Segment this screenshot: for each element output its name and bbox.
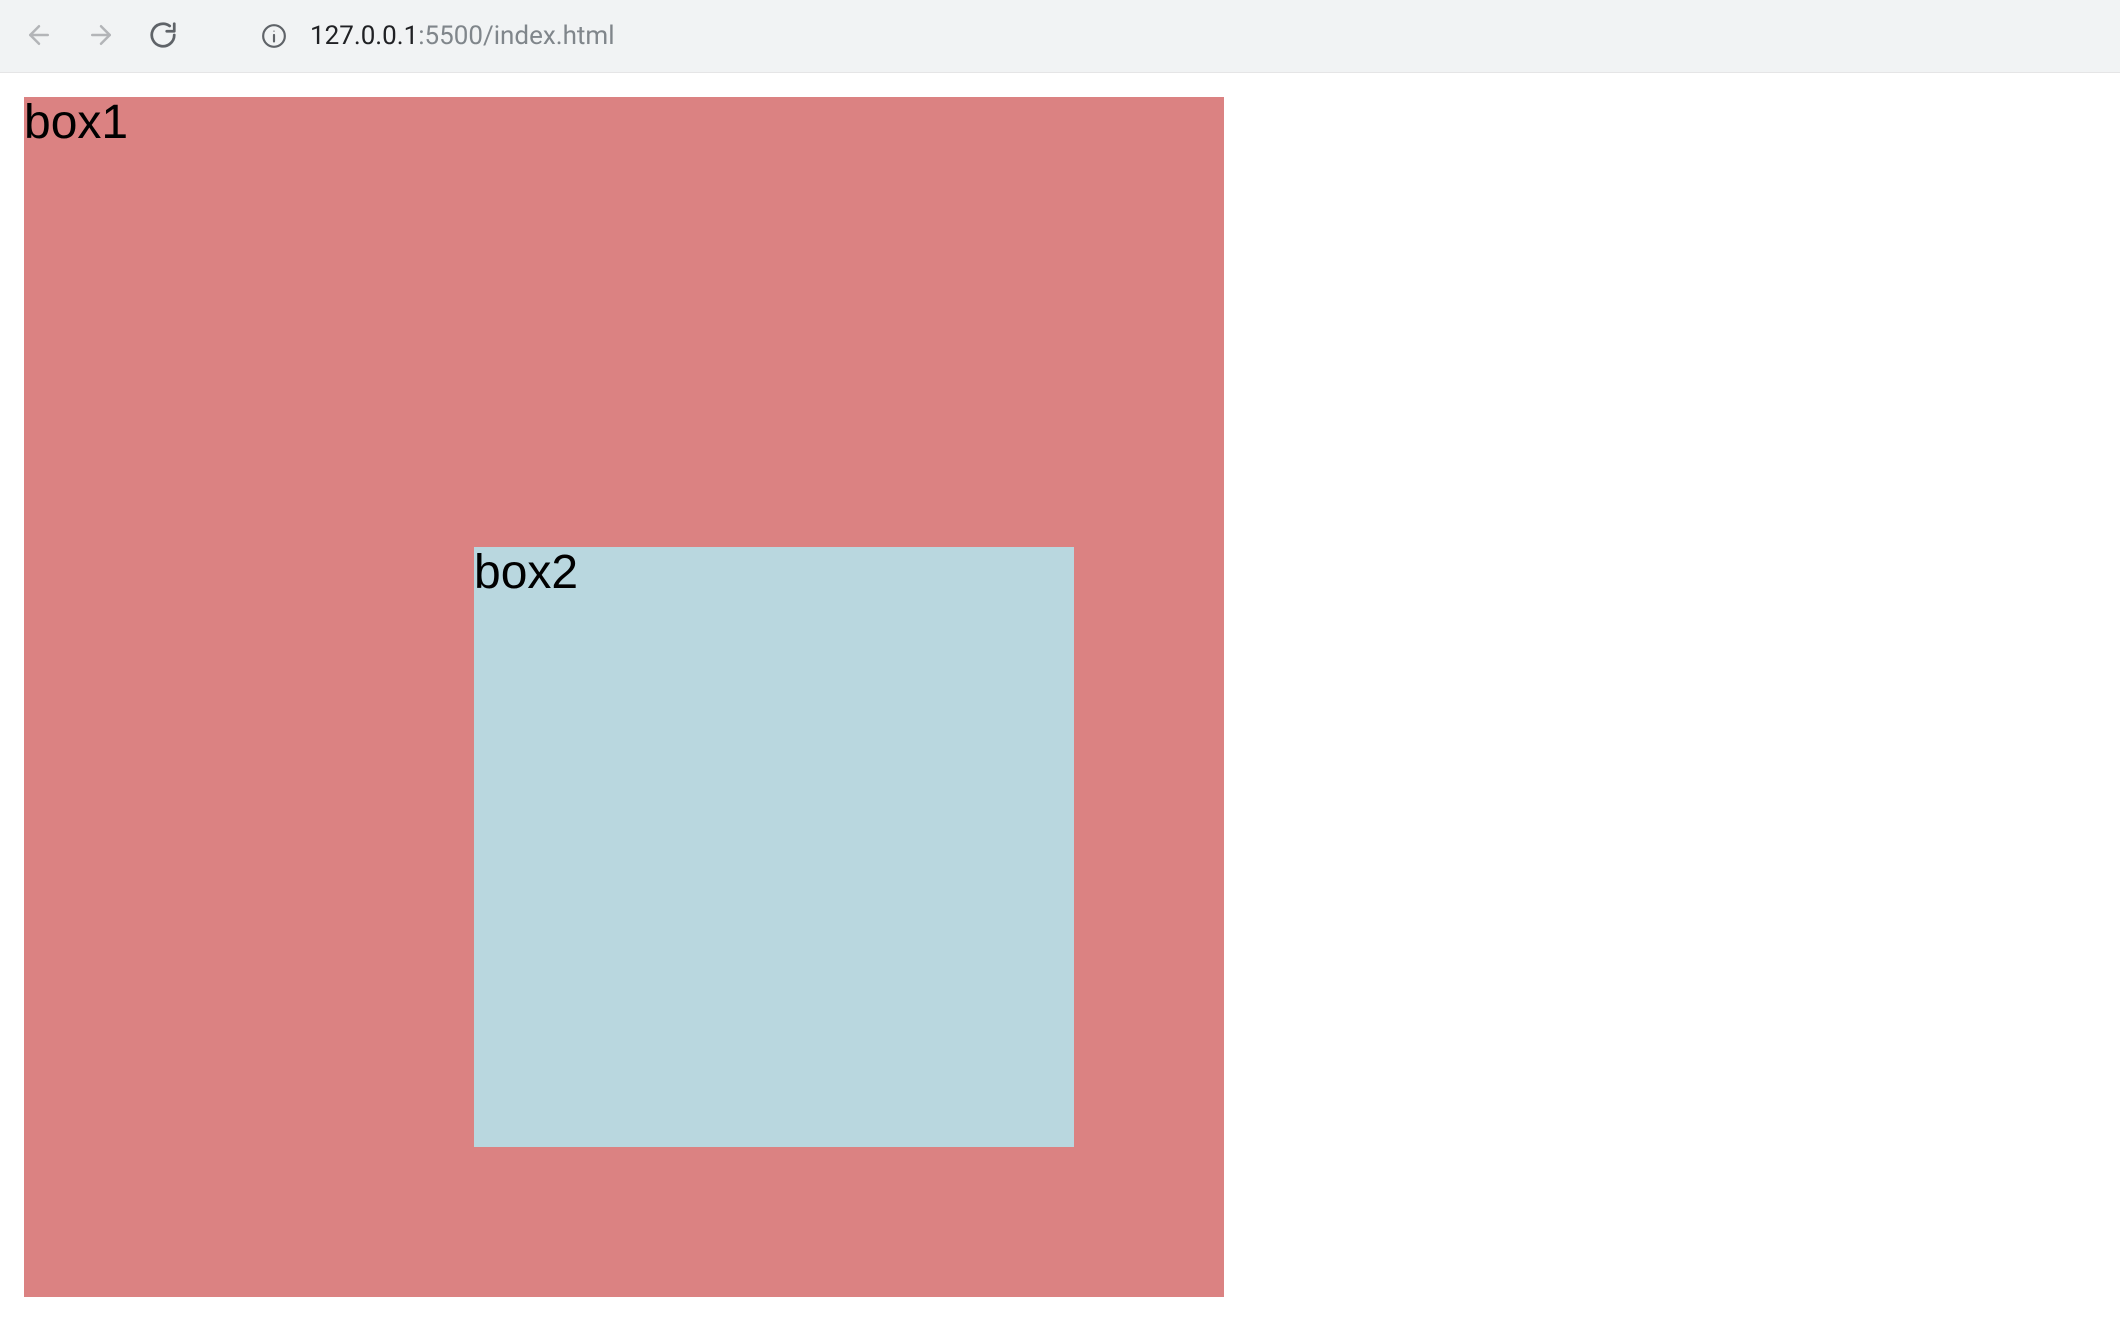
address-bar[interactable]: 127.0.0.1:5500/index.html — [230, 9, 1398, 64]
page-viewport: box1 box2 — [0, 73, 2120, 1336]
back-button[interactable] — [22, 19, 56, 53]
reload-icon — [148, 20, 178, 53]
box1: box1 box2 — [24, 97, 1224, 1297]
box2: box2 — [474, 547, 1074, 1147]
url-host: 127.0.0.1 — [310, 21, 418, 51]
box1-label: box1 — [24, 96, 128, 149]
arrow-right-icon — [86, 20, 116, 53]
browser-toolbar: 127.0.0.1:5500/index.html — [0, 0, 2120, 73]
url-text: 127.0.0.1:5500/index.html — [310, 21, 615, 51]
site-info-icon[interactable] — [260, 22, 288, 50]
arrow-left-icon — [24, 20, 54, 53]
url-path: :5500/index.html — [418, 21, 614, 51]
forward-button[interactable] — [84, 19, 118, 53]
nav-buttons — [22, 19, 180, 53]
box2-label: box2 — [474, 546, 578, 599]
reload-button[interactable] — [146, 19, 180, 53]
